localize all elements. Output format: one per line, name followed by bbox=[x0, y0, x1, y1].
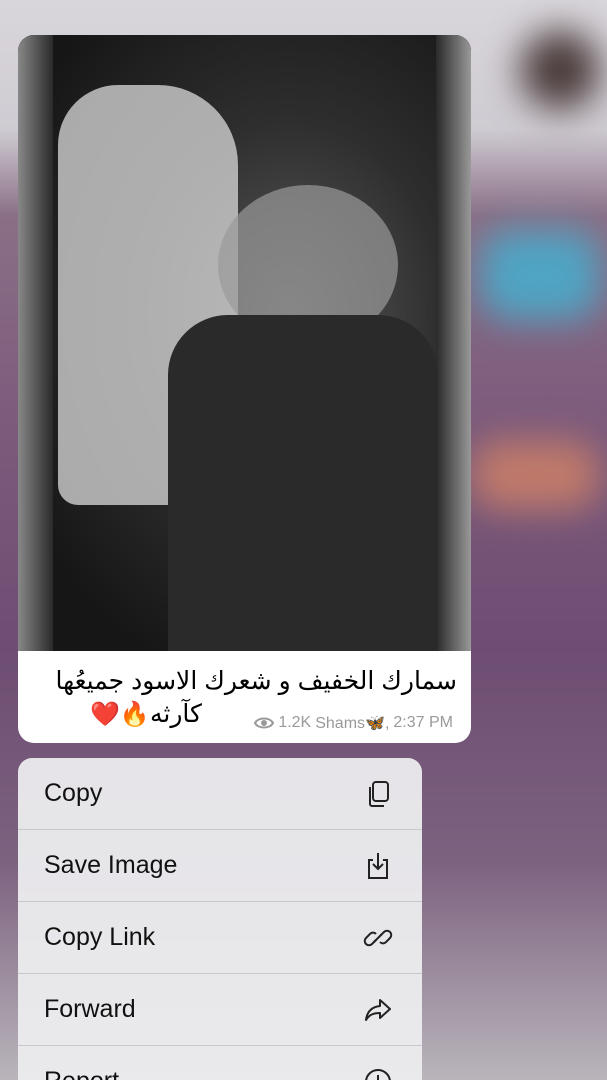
message-photo[interactable] bbox=[18, 35, 471, 651]
download-icon bbox=[368, 852, 388, 879]
view-count: 1.2K bbox=[278, 714, 312, 731]
context-menu: Copy Save Image Copy Link Forward Report bbox=[18, 758, 422, 1080]
report-icon bbox=[365, 1068, 391, 1080]
caption-line2: كآرثه bbox=[150, 700, 202, 728]
eye-icon bbox=[254, 717, 275, 729]
blurred-avatar bbox=[520, 30, 600, 110]
message-bubble[interactable]: سمارك الخفيف و شعرك الاسود جميعُها ❤️🔥 ك… bbox=[18, 35, 471, 743]
blurred-background bbox=[470, 440, 600, 510]
link-icon bbox=[363, 929, 393, 946]
menu-item-report[interactable]: Report bbox=[18, 1046, 422, 1080]
menu-item-save-image[interactable]: Save Image bbox=[18, 830, 422, 902]
author-name: Shams🦋, bbox=[315, 715, 390, 732]
menu-item-copy[interactable]: Copy bbox=[18, 758, 422, 830]
menu-item-forward[interactable]: Forward bbox=[18, 974, 422, 1046]
message-time: 2:37 PM bbox=[393, 714, 453, 731]
forward-icon bbox=[365, 998, 391, 1021]
blurred-background bbox=[480, 230, 600, 320]
caption-emojis: ❤️🔥 bbox=[90, 701, 150, 728]
menu-item-copy-link[interactable]: Copy Link bbox=[18, 902, 422, 974]
message-caption: سمارك الخفيف و شعرك الاسود جميعُها bbox=[55, 667, 457, 695]
message-meta: 1.2K Shams🦋, 2:37 PM bbox=[254, 713, 453, 733]
copy-icon bbox=[369, 780, 389, 807]
